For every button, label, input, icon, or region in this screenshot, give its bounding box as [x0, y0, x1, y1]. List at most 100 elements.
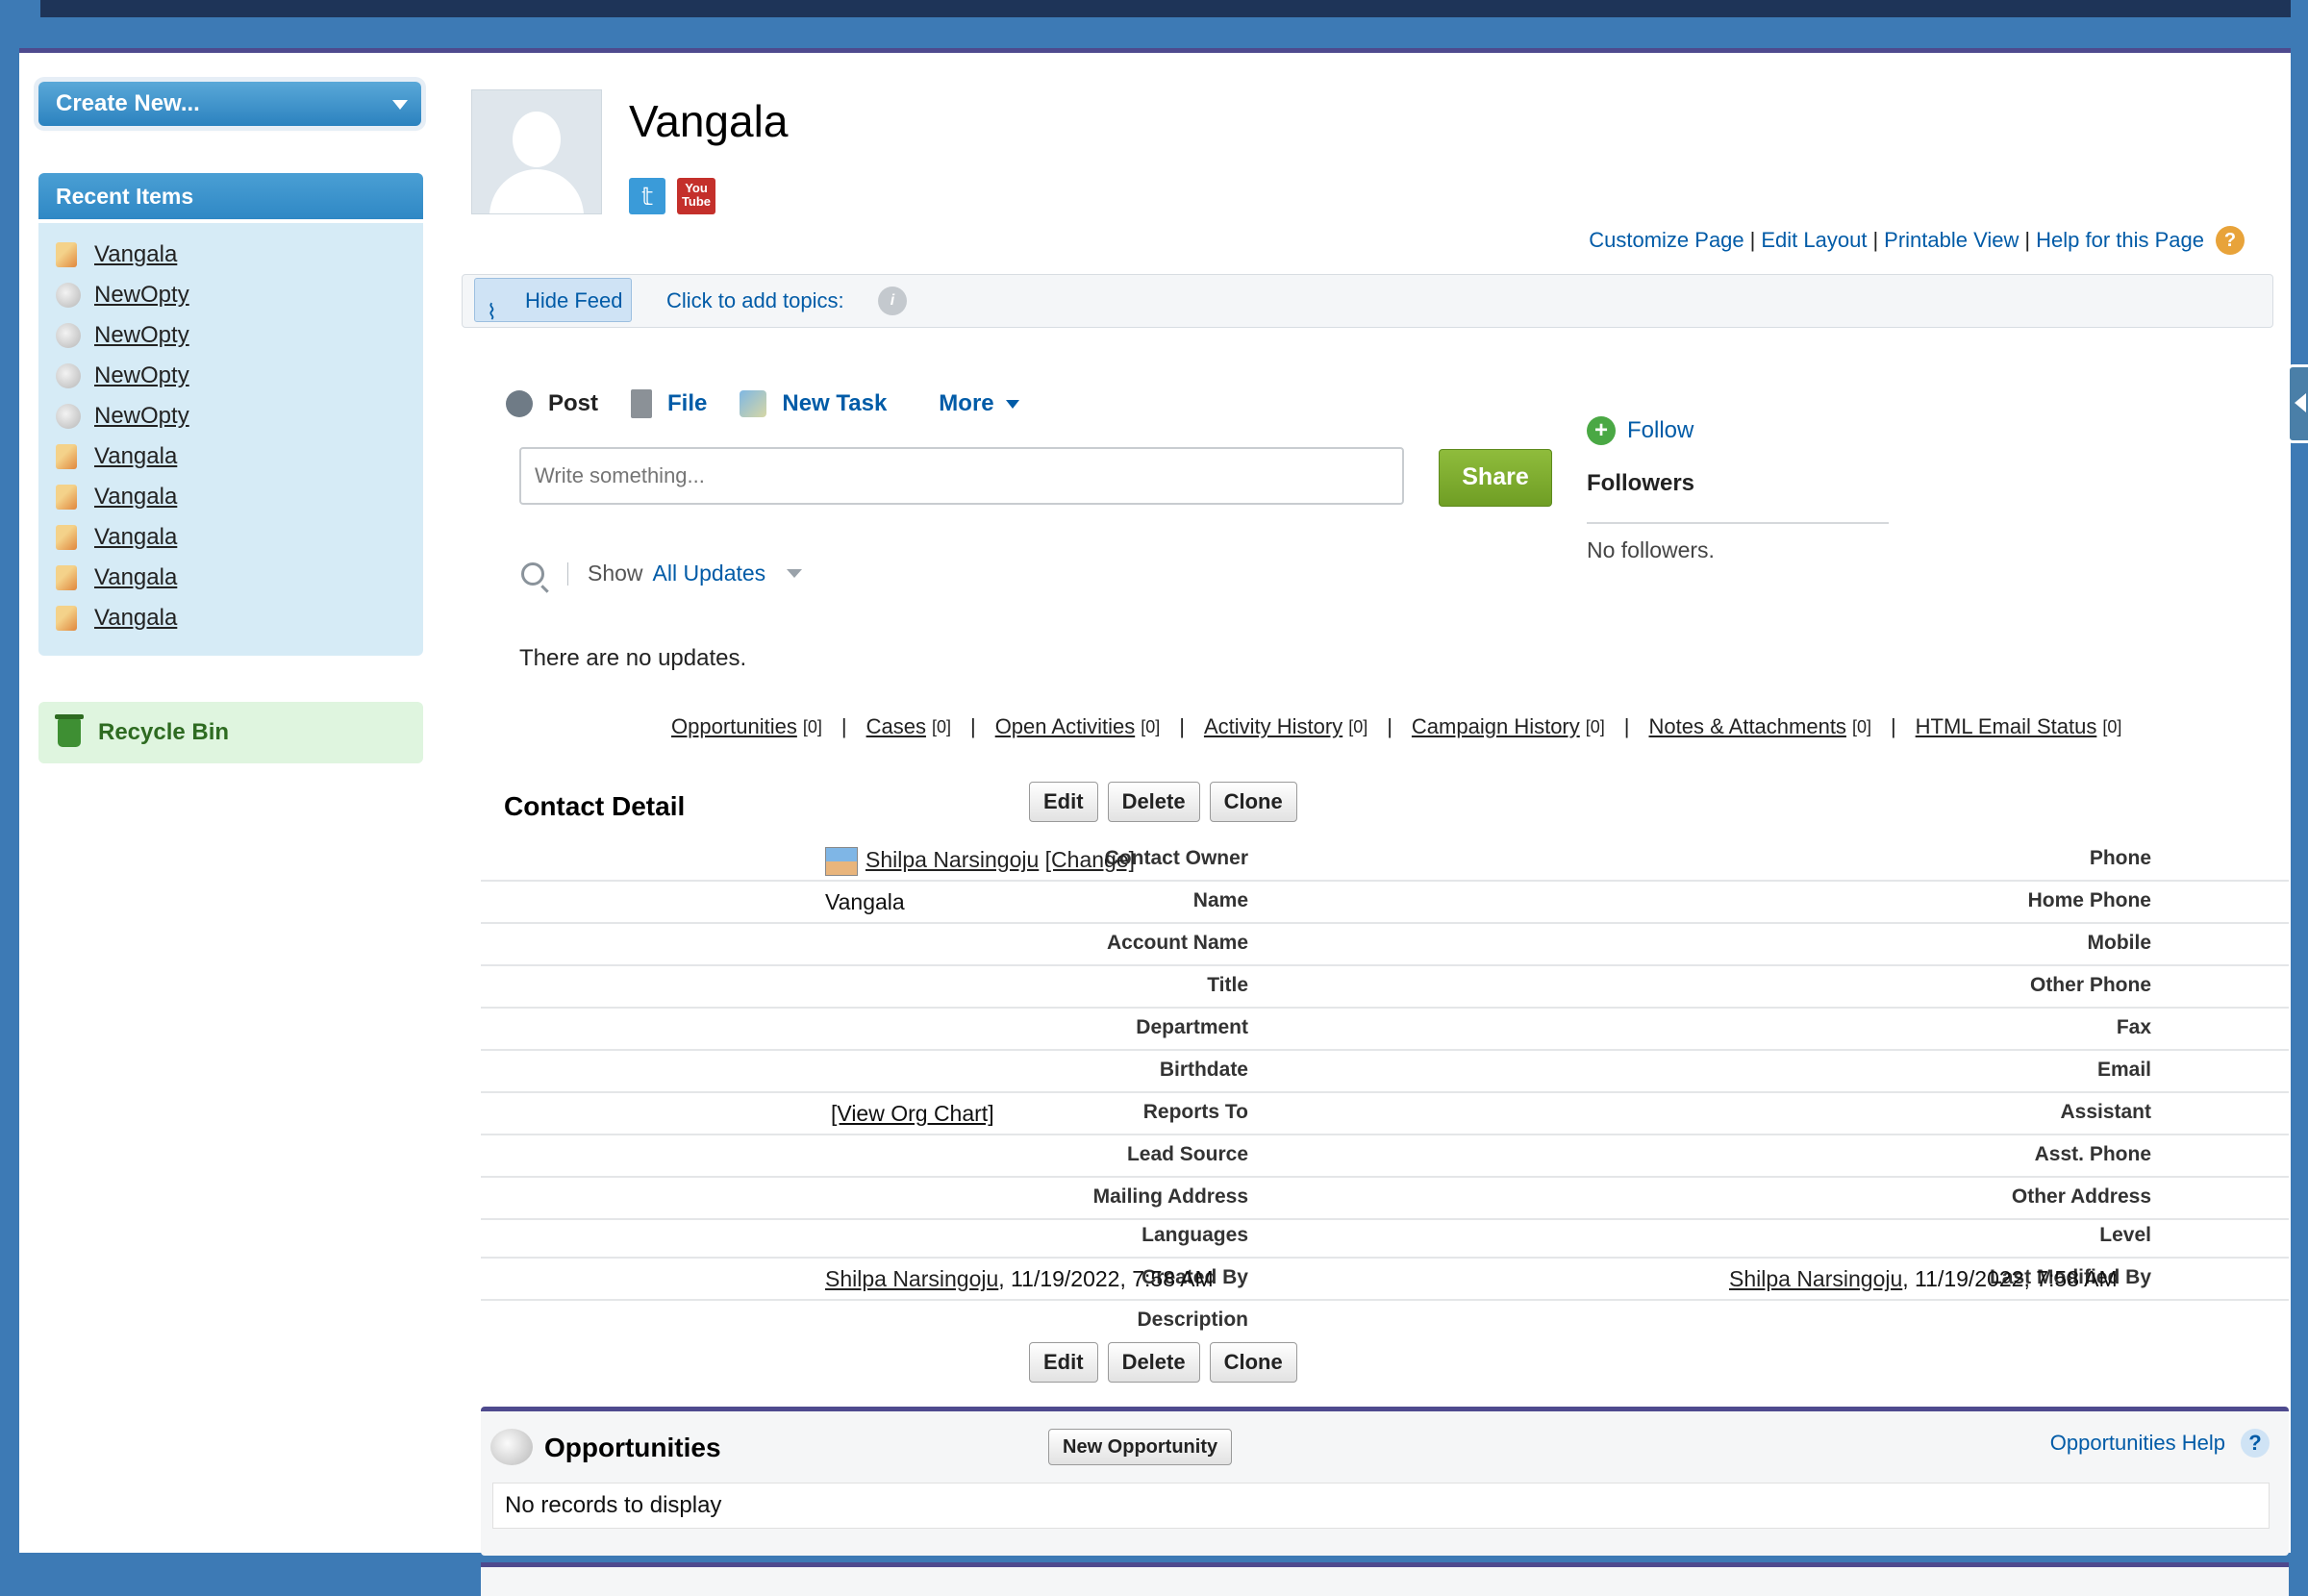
create-new-label: Create New... [56, 90, 200, 116]
recycle-bin-link[interactable]: Recycle Bin [38, 702, 423, 763]
page-links: Customize Page | Edit Layout | Printable… [1589, 226, 2245, 255]
related-link-notes-attachments[interactable]: Notes & Attachments [1649, 714, 1846, 739]
tab-post[interactable]: Post [506, 389, 598, 418]
info-icon[interactable]: i [878, 287, 907, 315]
list-item[interactable]: Vangala [56, 235, 408, 275]
recent-item-link[interactable]: Vangala [94, 484, 177, 511]
related-link-opportunities[interactable]: Opportunities [671, 714, 797, 739]
list-item[interactable]: Vangala [56, 517, 408, 558]
recycle-bin-label: Recycle Bin [98, 719, 230, 745]
recent-item-link[interactable]: NewOpty [94, 322, 189, 349]
detail-row: Account Name Mobile [481, 924, 2289, 966]
user-photo-icon [825, 847, 858, 876]
hide-feed-button[interactable]: ⌇ Hide Feed [474, 278, 632, 324]
recent-item-link[interactable]: Vangala [94, 241, 177, 268]
related-link-count: [0] [2102, 716, 2122, 736]
divider [1587, 522, 1889, 524]
related-link-html-email-status[interactable]: HTML Email Status [1916, 714, 2097, 739]
opportunities-help-link[interactable]: Opportunities Help [2050, 1431, 2225, 1456]
recent-item-link[interactable]: NewOpty [94, 403, 189, 430]
tab-more[interactable]: More [939, 389, 1019, 418]
divider [567, 561, 568, 586]
recent-item-link[interactable]: Vangala [94, 564, 177, 591]
delete-button[interactable]: Delete [1107, 782, 1200, 822]
separator: | [1387, 714, 1392, 738]
list-item[interactable]: NewOpty [56, 275, 408, 315]
avatar-head-shape [513, 112, 561, 167]
clone-button[interactable]: Clone [1209, 782, 1297, 822]
related-link-open-activities[interactable]: Open Activities [995, 714, 1136, 739]
delete-button[interactable]: Delete [1107, 1342, 1200, 1383]
field-label: Title [1207, 974, 1248, 996]
followers-title: Followers [1587, 470, 1695, 496]
field-label: Other Phone [2029, 974, 2151, 996]
printable-view-link[interactable]: Printable View [1884, 228, 2019, 253]
twitter-icon[interactable]: 𝕥 [629, 178, 665, 214]
contact-icon [56, 485, 77, 510]
detail-row: Name Vangala Home Phone [481, 882, 2289, 924]
detail-row: Reports To [View Org Chart] Assistant [481, 1093, 2289, 1135]
last-modified-user-link[interactable]: Shilpa Narsingoju [1729, 1266, 1902, 1291]
search-icon[interactable] [521, 561, 544, 586]
collapse-sidebar-tab[interactable] [2287, 364, 2308, 443]
recent-item-link[interactable]: NewOpty [94, 362, 189, 389]
recent-item-link[interactable]: NewOpty [94, 282, 189, 309]
chevron-down-icon[interactable] [787, 569, 803, 578]
top-navigation-bar [40, 0, 2291, 17]
change-owner-link[interactable]: [Change] [1045, 847, 1135, 872]
recent-items-title: Recent Items [38, 173, 423, 219]
edit-button[interactable]: Edit [1029, 782, 1098, 822]
opportunity-icon [56, 283, 81, 308]
tab-file[interactable]: File [631, 389, 707, 418]
field-label: Lead Source [1126, 1143, 1248, 1165]
new-opportunity-button[interactable]: New Opportunity [1048, 1429, 1233, 1465]
youtube-icon[interactable]: You Tube [677, 178, 715, 214]
edit-layout-link[interactable]: Edit Layout [1761, 228, 1867, 253]
separator: | [1179, 714, 1185, 738]
edit-button[interactable]: Edit [1029, 1342, 1098, 1383]
recent-item-link[interactable]: Vangala [94, 605, 177, 632]
hide-feed-label: Hide Feed [525, 288, 623, 312]
recent-item-link[interactable]: Vangala [94, 524, 177, 551]
separator: | [1890, 714, 1896, 738]
view-org-chart-link[interactable]: [View Org Chart] [831, 1101, 994, 1127]
related-link-campaign-history[interactable]: Campaign History [1412, 714, 1580, 739]
tab-new-task[interactable]: New Task [740, 389, 887, 418]
chevron-down-icon [392, 100, 408, 110]
help-page-link[interactable]: Help for this Page [2036, 228, 2204, 253]
field-label: Assistant [2060, 1101, 2151, 1123]
share-button[interactable]: Share [1439, 449, 1552, 507]
detail-row: Languages Level [481, 1220, 2289, 1259]
list-item[interactable]: NewOpty [56, 356, 408, 396]
feed-filter-dropdown[interactable]: All Updates [653, 561, 766, 586]
tab-post-label: Post [548, 390, 599, 416]
list-item[interactable]: Vangala [56, 477, 408, 517]
field-label: Asst. Phone [2034, 1143, 2151, 1165]
post-input[interactable] [519, 447, 1404, 505]
help-icon[interactable]: ? [2216, 226, 2245, 255]
field-label: Fax [2116, 1016, 2151, 1038]
list-item[interactable]: Vangala [56, 436, 408, 477]
customize-page-link[interactable]: Customize Page [1589, 228, 1744, 253]
follow-button[interactable]: + Follow [1587, 416, 1693, 445]
related-link-cases[interactable]: Cases [866, 714, 926, 739]
list-item[interactable]: NewOpty [56, 396, 408, 436]
tab-new-task-label: New Task [782, 390, 888, 416]
field-label: Reports To [1142, 1101, 1248, 1123]
recent-item-link[interactable]: Vangala [94, 443, 177, 470]
related-list-links: Opportunities [0] | Cases [0] | Open Activ… [671, 714, 2121, 739]
create-new-dropdown[interactable]: Create New... [38, 82, 421, 126]
list-item[interactable]: NewOpty [56, 315, 408, 356]
opportunity-icon [56, 404, 81, 429]
list-item[interactable]: Vangala [56, 558, 408, 598]
field-label: Birthdate [1159, 1059, 1248, 1081]
contact-owner-link[interactable]: Shilpa Narsingoju [866, 847, 1039, 872]
clone-button[interactable]: Clone [1209, 1342, 1297, 1383]
chevron-down-icon [1005, 399, 1019, 409]
field-label: Other Address [2011, 1185, 2151, 1208]
created-by-user-link[interactable]: Shilpa Narsingoju [825, 1266, 998, 1291]
help-icon[interactable]: ? [2241, 1429, 2270, 1458]
related-link-activity-history[interactable]: Activity History [1204, 714, 1342, 739]
add-topics-link[interactable]: Click to add topics: [666, 288, 844, 313]
list-item[interactable]: Vangala [56, 598, 408, 638]
